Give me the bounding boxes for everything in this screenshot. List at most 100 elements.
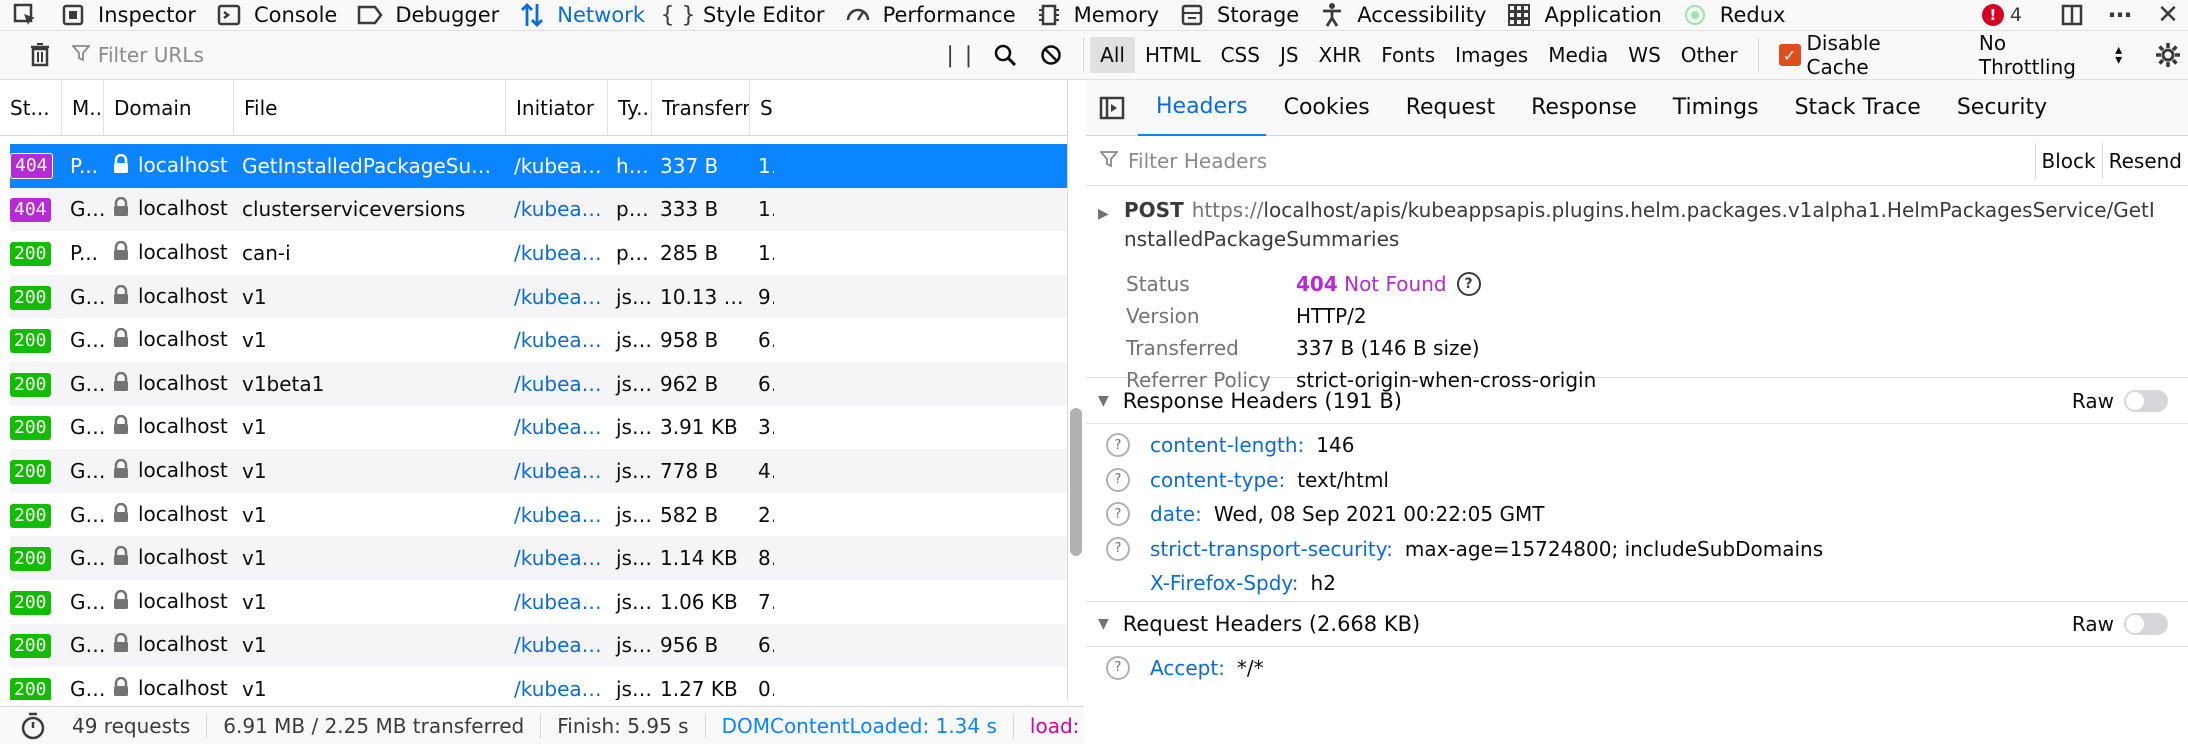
type-filter-other[interactable]: Other <box>1671 37 1748 73</box>
column-header[interactable]: Transferred <box>652 80 750 136</box>
cell-initiator: /kubeapps... <box>514 284 608 309</box>
column-header[interactable]: St... <box>0 80 62 136</box>
lock-icon <box>112 240 130 266</box>
response-headers-section[interactable]: ▼ Response Headers (191 B) Raw <box>1086 378 2188 424</box>
throttling-select[interactable]: No Throttling ▴ ▾ <box>1979 31 2122 79</box>
type-filter-ws[interactable]: WS <box>1618 37 1670 73</box>
request-headers-title: Request Headers (2.668 KB) <box>1122 611 1421 636</box>
filter-urls-input[interactable]: Filter URLs <box>32 35 900 75</box>
details-tab-security[interactable]: Security <box>1939 80 2065 136</box>
performance-analysis-icon[interactable] <box>20 706 46 744</box>
requests-table: St...M...DomainFileInitiatorTy...Transfe… <box>0 80 1068 700</box>
tab-application[interactable]: Application <box>1496 0 1671 30</box>
header-name: strict-transport-security: <box>1150 536 1393 561</box>
column-header[interactable]: Si: <box>750 80 774 136</box>
cell-method: GET <box>70 546 104 571</box>
table-row[interactable]: 404 P... localhost GetInstalledPackageSumma… <box>10 144 1067 188</box>
request-url-summary[interactable]: ▶ POST https://localhost/apis/kubeappsapi… <box>1086 186 2188 258</box>
table-row[interactable]: 200 GET localhost v1/kubeapps... json 1.27 KB… <box>10 667 1067 700</box>
tab-inspector[interactable]: Inspector <box>50 0 206 30</box>
help-icon[interactable]: ? <box>1106 502 1130 527</box>
type-filter-xhr[interactable]: XHR <box>1309 37 1372 73</box>
raw-toggle[interactable]: Raw <box>2072 389 2168 413</box>
status-badge: 200 <box>10 372 51 397</box>
error-count-badge[interactable]: ! 4 <box>1981 4 2022 26</box>
pause-icon[interactable]: ❘❘ <box>939 35 979 75</box>
tab-style-editor[interactable]: { } Style Editor <box>655 0 835 30</box>
block-button[interactable]: Block <box>2034 142 2102 179</box>
header-value: h2 <box>1310 571 1336 596</box>
table-row[interactable]: 200 GET localhost v1/kubeapps... json 582 B 28 <box>10 493 1067 537</box>
help-icon[interactable]: ? <box>1106 655 1130 680</box>
help-icon[interactable]: ? <box>1106 536 1130 561</box>
column-header[interactable]: Domain <box>104 80 234 136</box>
cell-file: v1 <box>242 284 267 309</box>
error-icon: ! <box>1981 4 2004 26</box>
disable-cache-checkbox[interactable]: ✓ Disable Cache <box>1778 31 1949 79</box>
table-row[interactable]: 200 GET localhost v1/kubeapps... json 10.13 K… <box>10 274 1067 319</box>
raw-toggle[interactable]: Raw <box>2072 612 2168 636</box>
help-icon[interactable]: ? <box>1456 272 1481 296</box>
table-row[interactable]: 200 GET localhost v1beta1/kubeapps... json 96… <box>10 361 1067 406</box>
filter-headers-input[interactable]: Filter Headers Block Resend <box>1086 136 2188 186</box>
column-header[interactable]: Ty... <box>608 80 652 136</box>
tab-redux[interactable]: Redux <box>1672 0 1796 30</box>
type-filter-fonts[interactable]: Fonts <box>1371 37 1445 73</box>
type-filter-media[interactable]: Media <box>1538 37 1618 73</box>
details-tab-stack-trace[interactable]: Stack Trace <box>1777 80 1939 136</box>
request-headers-section[interactable]: ▼ Request Headers (2.668 KB) Raw <box>1086 600 2188 647</box>
table-row[interactable]: 200 GET localhost v1/kubeapps... json 778 B 48 <box>10 449 1067 493</box>
expand-triangle-icon: ▶ <box>1098 206 1109 222</box>
cell-size: 87 <box>758 546 774 571</box>
tab-accessibility[interactable]: Accessibility <box>1309 0 1496 30</box>
tab-storage[interactable]: Storage <box>1169 0 1309 30</box>
cell-type: json <box>616 546 652 571</box>
cell-transferred: 333 B <box>660 197 719 222</box>
table-row[interactable]: 200 GET localhost v1/kubeapps... json 958 B 66 <box>10 318 1067 362</box>
type-filter-css[interactable]: CSS <box>1211 37 1270 73</box>
details-tab-timings[interactable]: Timings <box>1655 80 1777 136</box>
help-icon[interactable]: ? <box>1106 467 1130 492</box>
cell-domain: localhost <box>104 414 234 440</box>
table-row[interactable]: 200 GET localhost v1/kubeapps... json 1.14 KB… <box>10 536 1067 580</box>
tab-performance[interactable]: Performance <box>835 0 1026 30</box>
details-tab-cookies[interactable]: Cookies <box>1266 80 1388 136</box>
column-header[interactable]: M... <box>62 80 104 136</box>
version-label: Version <box>1126 304 1200 328</box>
type-filter-js[interactable]: JS <box>1270 37 1309 73</box>
toggle-sidebar-icon[interactable] <box>1086 80 1138 136</box>
search-icon[interactable] <box>985 35 1025 75</box>
cell-method: GET <box>70 284 104 309</box>
tab-memory[interactable]: Memory <box>1026 0 1169 30</box>
help-icon-placeholder <box>1106 571 1130 595</box>
request-details-panel: Headers Cookies Request Response Timings Stac… <box>1086 80 2188 744</box>
cell-status: 200 <box>10 371 62 397</box>
details-tab-response[interactable]: Response <box>1513 80 1655 136</box>
column-header[interactable]: Initiator <box>506 80 608 136</box>
type-filter-images[interactable]: Images <box>1445 37 1538 73</box>
table-row[interactable]: 200 GET localhost v1/kubeapps... json 956 B 66 <box>10 623 1067 668</box>
settings-gear-icon[interactable] <box>2148 35 2188 75</box>
cell-initiator: /kubeapps... <box>514 458 608 483</box>
column-header[interactable]: File <box>234 80 506 136</box>
type-filter-all[interactable]: All <box>1090 37 1135 73</box>
tab-debugger[interactable]: Debugger <box>347 0 509 30</box>
details-tab-headers[interactable]: Headers <box>1138 80 1266 136</box>
table-row[interactable]: 200 P... localhost can-i/kubeapps... pl... 28… <box>10 231 1067 275</box>
tab-network[interactable]: Network <box>509 0 655 30</box>
pick-element-button[interactable] <box>0 0 50 30</box>
domain-text: localhost <box>138 327 228 352</box>
block-requests-icon[interactable] <box>1031 35 1071 75</box>
table-row[interactable]: 200 GET localhost v1/kubeapps... json 1.06 KB… <box>10 580 1067 624</box>
resend-button[interactable]: Resend <box>2101 142 2188 179</box>
table-scrollbar[interactable] <box>1070 408 1082 556</box>
table-row[interactable]: 404 GET localhost clusterserviceversions/ku… <box>10 187 1067 232</box>
table-row[interactable]: 200 GET localhost v1/kubeapps... json 3.91 KB… <box>10 406 1067 450</box>
cell-initiator: /kubeapps... <box>514 633 608 658</box>
type-filter-html[interactable]: HTML <box>1135 37 1211 73</box>
cell-size: 48 <box>758 458 774 483</box>
status-badge: 200 <box>10 329 51 354</box>
help-icon[interactable]: ? <box>1106 433 1130 458</box>
details-tab-request[interactable]: Request <box>1388 80 1513 136</box>
tab-console[interactable]: Console <box>206 0 347 30</box>
